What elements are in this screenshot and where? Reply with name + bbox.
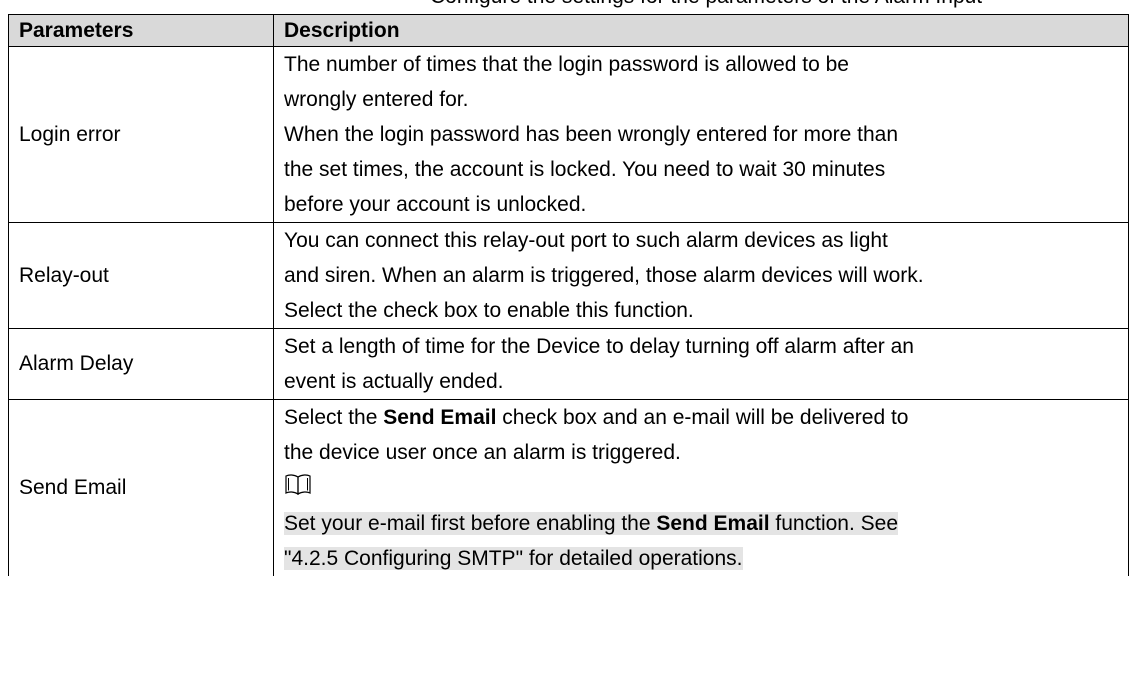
param-name: Login error xyxy=(8,46,274,223)
param-description: You can connect this relay-out port to s… xyxy=(273,222,1129,329)
smtp-reference: "4.2.5 Configuring SMTP" for detailed op… xyxy=(284,546,743,570)
table-row-login-error: Login error The number of times that the… xyxy=(8,46,1129,223)
text-run: Select the xyxy=(284,406,384,429)
text-run: Set your e-mail first before enabling th… xyxy=(284,511,657,535)
header-parameters: Parameters xyxy=(8,14,274,47)
description-line: event is actually ended. xyxy=(284,370,504,393)
note-line: "4.2.5 Configuring SMTP" for detailed op… xyxy=(284,541,1118,576)
book-note-icon xyxy=(284,471,312,506)
param-description: Select the Send Email check box and an e… xyxy=(273,398,1129,576)
bold-term: Send Email xyxy=(383,406,497,429)
description-line: the device user once an alarm is trigger… xyxy=(284,441,681,464)
description-line: before your account is unlocked. xyxy=(284,193,587,216)
note-icon-line xyxy=(284,470,1118,506)
text-run: check box and an e-mail will be delivere… xyxy=(496,406,909,429)
document-page: Configure the settings for the parameter… xyxy=(0,0,1134,683)
table-row-alarm-delay: Alarm Delay Set a length of time for the… xyxy=(8,328,1129,400)
description-line: Set a length of time for the Device to d… xyxy=(284,335,914,358)
table-header-row: Parameters Description xyxy=(8,14,1129,47)
table-row-relay-out: Relay-out You can connect this relay-out… xyxy=(8,222,1129,329)
description-line: and siren. When an alarm is triggered, t… xyxy=(284,264,924,287)
description-line: the set times, the account is locked. Yo… xyxy=(284,158,886,181)
text-run: function. See xyxy=(769,511,898,535)
param-name: Send Email xyxy=(8,398,274,576)
description-line: The number of times that the login passw… xyxy=(284,53,849,76)
param-name: Alarm Delay xyxy=(8,328,274,400)
header-description: Description xyxy=(273,14,1129,47)
description-line: Select the check box to enable this func… xyxy=(284,299,694,322)
description-line: You can connect this relay-out port to s… xyxy=(284,229,888,252)
param-name: Relay-out xyxy=(8,222,274,329)
description-line: Select the Send Email check box and an e… xyxy=(284,400,1118,435)
parameters-table: Parameters Description Login error The n… xyxy=(8,14,1129,576)
param-description: Set a length of time for the Device to d… xyxy=(273,328,1129,400)
description-line: wrongly entered for. xyxy=(284,88,469,111)
description-line: When the login password has been wrongly… xyxy=(284,123,899,146)
table-row-send-email: Send Email Select the Send Email check b… xyxy=(8,398,1129,576)
table-caption-clipped: Configure the settings for the parameter… xyxy=(430,0,982,10)
param-description: The number of times that the login passw… xyxy=(273,46,1129,223)
bold-term: Send Email xyxy=(656,511,770,535)
note-line: Set your e-mail first before enabling th… xyxy=(284,506,1118,541)
